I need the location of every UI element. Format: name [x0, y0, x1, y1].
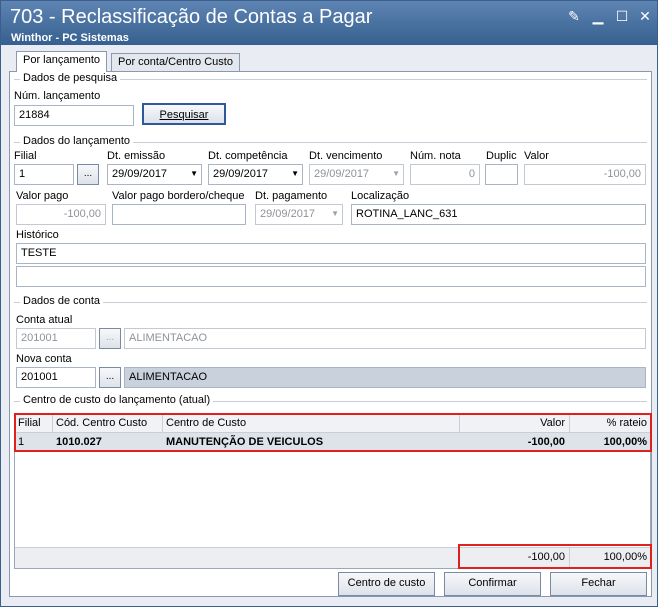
num-lancamento-input[interactable]: 21884 — [14, 105, 134, 126]
historico-input[interactable]: TESTE — [16, 243, 646, 264]
confirmar-button[interactable]: Confirmar — [444, 572, 541, 596]
valor-input[interactable]: -100,00 — [524, 164, 646, 185]
conta-atual-name[interactable]: ALIMENTACAO — [124, 328, 646, 349]
dt-competencia-picker[interactable]: 29/09/2017 — [208, 164, 303, 185]
minimize-icon[interactable]: ▁ — [591, 9, 605, 23]
filial-label: Filial — [14, 150, 37, 162]
highlight-grid-rows — [14, 413, 652, 452]
centro-custo-button[interactable]: Centro de custo — [338, 572, 435, 596]
nova-conta-lookup-button[interactable]: ... — [99, 367, 121, 388]
dt-competencia-label: Dt. competência — [208, 150, 288, 162]
num-nota-input[interactable]: 0 — [410, 164, 480, 185]
tab-por-lancamento[interactable]: Por lançamento — [16, 51, 108, 72]
fechar-button[interactable]: Fechar — [550, 572, 647, 596]
valor-pago-label: Valor pago — [16, 190, 69, 202]
highlight-totals — [458, 544, 652, 569]
dt-pagamento-picker[interactable]: 29/09/2017 — [255, 204, 343, 225]
valor-pago-input[interactable]: -100,00 — [16, 204, 106, 225]
dt-vencimento-picker[interactable]: 29/09/2017 — [309, 164, 404, 185]
window-subtitle: Winthor - PC Sistemas — [11, 32, 129, 44]
valor-bordero-input[interactable] — [112, 204, 246, 225]
duplic-label: Duplic — [486, 150, 517, 162]
num-lancamento-label: Núm. lançamento — [14, 90, 101, 102]
title-bar: 703 - Reclassificação de Contas a Pagar … — [1, 1, 657, 45]
group-label-pesquisa: Dados de pesquisa — [20, 72, 121, 84]
window-title: 703 - Reclassificação de Contas a Pagar — [10, 6, 373, 28]
group-label-lancamento: Dados do lançamento — [20, 135, 134, 147]
historico-input-2[interactable] — [16, 266, 646, 287]
localizacao-label: Localização — [351, 190, 410, 202]
valor-label: Valor — [524, 150, 549, 162]
conta-atual-code[interactable]: 201001 — [16, 328, 96, 349]
conta-atual-lookup-button[interactable]: ... — [99, 328, 121, 349]
dt-pagamento-label: Dt. pagamento — [255, 190, 328, 202]
app-window: 703 - Reclassificação de Contas a Pagar … — [0, 0, 658, 607]
dt-emissao-label: Dt. emissão — [107, 150, 166, 162]
valor-bordero-label: Valor pago bordero/cheque — [112, 190, 245, 202]
pesquisar-button[interactable]: Pesquisar — [142, 103, 226, 125]
client-area: Por lançamento Por conta/Centro Custo Da… — [5, 45, 655, 605]
historico-label: Histórico — [16, 229, 59, 241]
group-label-centro-custo: Centro de custo do lançamento (atual) — [20, 394, 214, 406]
dt-emissao-picker[interactable]: 29/09/2017 — [107, 164, 202, 185]
dt-vencimento-label: Dt. vencimento — [309, 150, 383, 162]
nova-conta-code[interactable]: 201001 — [16, 367, 96, 388]
edit-icon[interactable]: ✎ — [567, 9, 581, 23]
tab-panel: Dados de pesquisa Núm. lançamento 21884 … — [9, 71, 652, 597]
maximize-icon[interactable]: ☐ — [615, 9, 629, 23]
filial-lookup-button[interactable]: ... — [77, 164, 99, 185]
pesquisar-label: Pesquisar — [159, 109, 209, 121]
group-label-conta: Dados de conta — [20, 295, 104, 307]
num-nota-label: Núm. nota — [410, 150, 461, 162]
filial-input[interactable]: 1 — [14, 164, 74, 185]
tab-por-conta-centro-custo[interactable]: Por conta/Centro Custo — [111, 53, 240, 71]
close-icon[interactable]: ✕ — [638, 9, 652, 23]
nova-conta-name[interactable]: ALIMENTACAO — [124, 367, 646, 388]
duplic-input[interactable] — [485, 164, 518, 185]
nova-conta-label: Nova conta — [16, 353, 72, 365]
localizacao-input[interactable]: ROTINA_LANC_631 — [351, 204, 646, 225]
conta-atual-label: Conta atual — [16, 314, 73, 326]
